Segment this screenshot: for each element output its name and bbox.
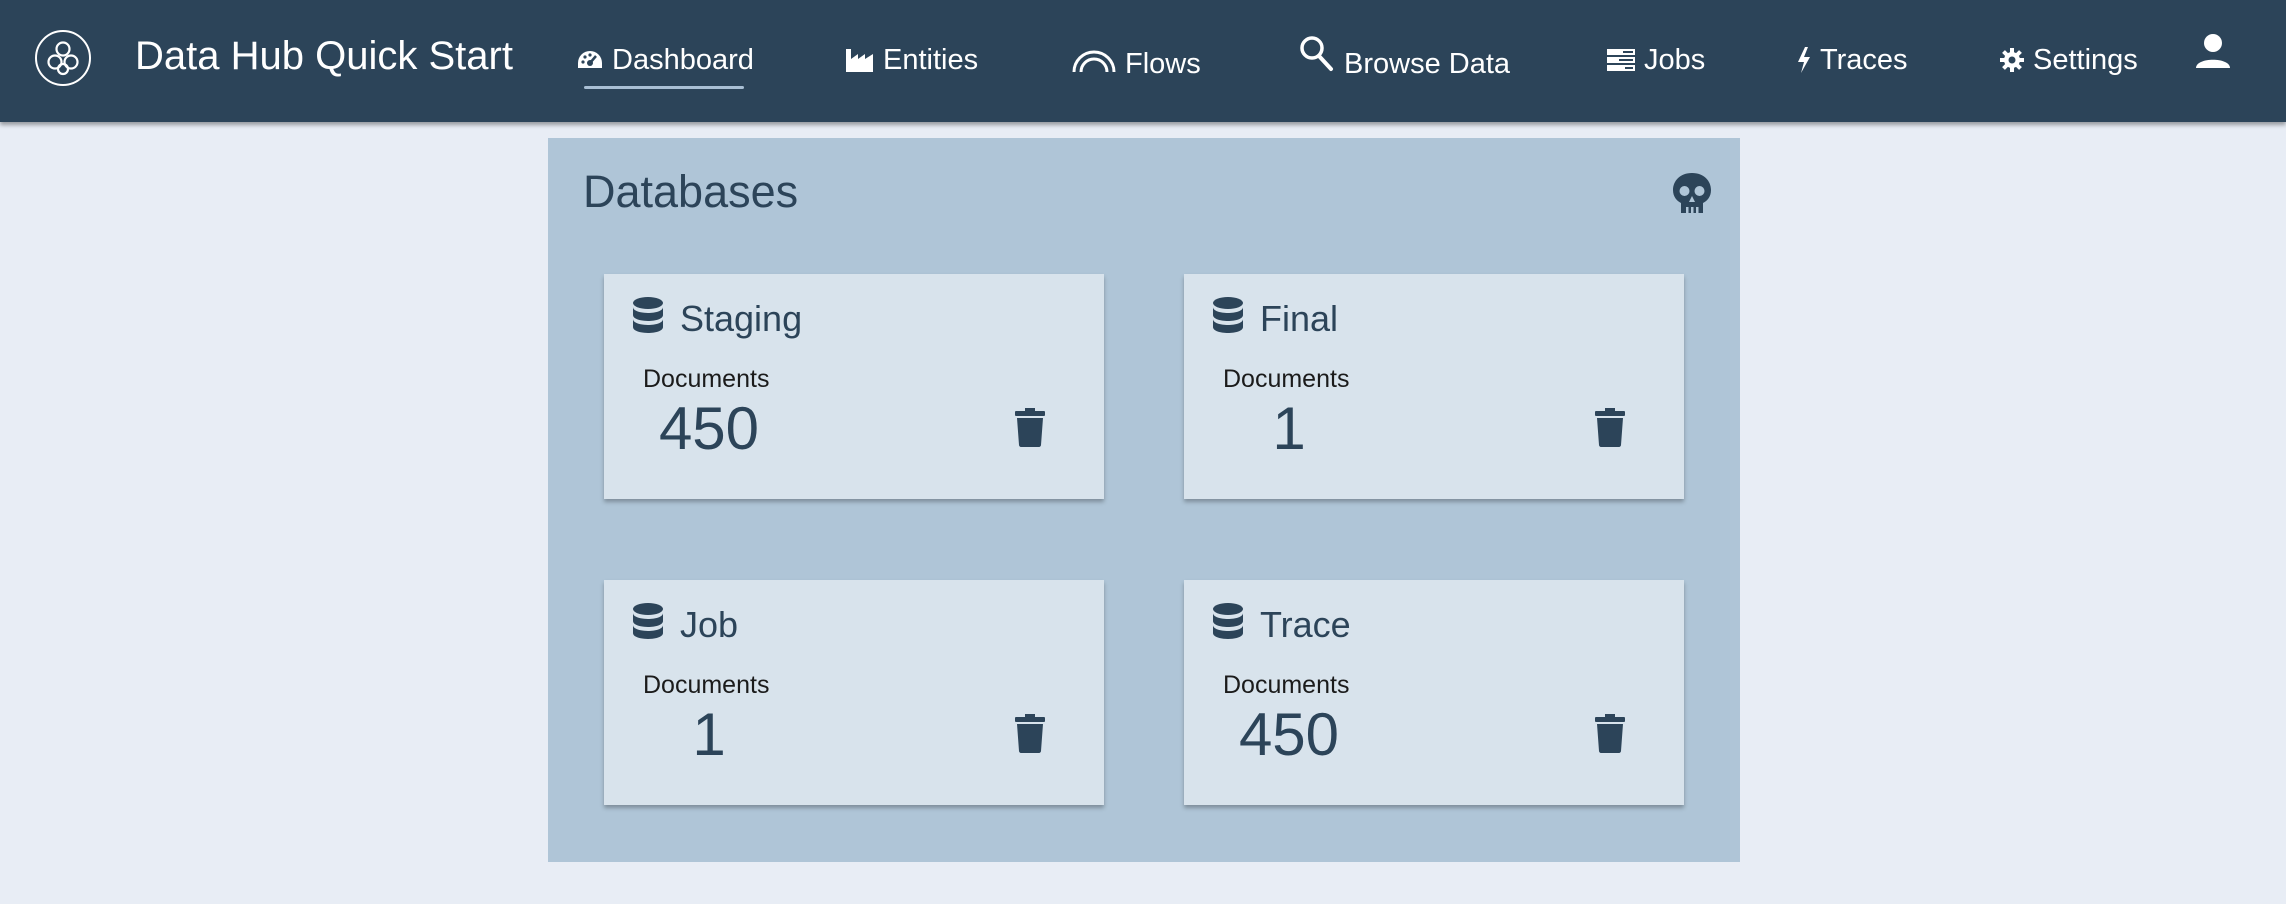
document-count: 450 [658, 395, 760, 462]
database-icon [633, 603, 663, 639]
tasks-icon [1607, 49, 1635, 71]
nav-jobs[interactable]: Jobs [1606, 38, 1705, 82]
nav-dashboard[interactable]: Dashboard [576, 38, 754, 82]
documents-label: Documents [1223, 365, 1350, 393]
nav-traces-label: Traces [1820, 43, 1908, 76]
nav-browse-data[interactable]: Browse Data [1298, 36, 1511, 82]
database-name: Job [680, 604, 739, 645]
nav-traces[interactable]: Traces [1796, 38, 1908, 82]
nav-flows[interactable]: Flows [1071, 38, 1201, 82]
database-card-job: Job Documents 1 [604, 580, 1104, 805]
nav-entities[interactable]: Entities [845, 38, 978, 82]
database-icon [1213, 297, 1243, 333]
panel-title: Databases [583, 166, 799, 217]
nav-settings[interactable]: Settings [1999, 38, 2138, 82]
document-count: 450 [1238, 701, 1340, 768]
active-tab-indicator [584, 86, 744, 89]
database-name: Staging [680, 298, 803, 339]
nav-dashboard-label: Dashboard [612, 43, 754, 76]
database-name: Trace [1260, 604, 1351, 645]
nav-entities-label: Entities [883, 43, 979, 76]
documents-label: Documents [1223, 671, 1350, 699]
nav-browse-data-label: Browse Data [1344, 47, 1511, 80]
dashboard-icon [578, 51, 602, 68]
document-count: 1 [1272, 395, 1306, 462]
nav-settings-label: Settings [2033, 43, 2138, 76]
rainbow-icon [1072, 50, 1116, 73]
trash-icon[interactable] [1594, 407, 1626, 447]
gear-icon [2000, 48, 2024, 72]
database-icon [1213, 603, 1243, 639]
documents-label: Documents [643, 365, 770, 393]
factory-icon [846, 49, 873, 72]
nav-flows-label: Flows [1125, 47, 1201, 80]
databases-panel: Databases Staging Documents 450 Final Do… [548, 138, 1740, 862]
trash-icon[interactable] [1014, 713, 1046, 753]
data-hub-logo-icon[interactable] [35, 30, 91, 86]
documents-label: Documents [643, 671, 770, 699]
database-icon [633, 297, 663, 333]
search-icon [1300, 36, 1333, 71]
skull-icon[interactable] [1671, 171, 1713, 217]
database-card-final: Final Documents 1 [1184, 274, 1684, 499]
trash-icon[interactable] [1014, 407, 1046, 447]
bolt-icon [1798, 47, 1810, 73]
database-card-trace: Trace Documents 450 [1184, 580, 1684, 805]
app-title: Data Hub Quick Start [135, 34, 513, 78]
database-name: Final [1260, 298, 1339, 339]
top-navbar: Data Hub Quick Start Dashboard Entities … [0, 0, 2286, 122]
database-card-staging: Staging Documents 450 [604, 274, 1104, 499]
document-count: 1 [692, 701, 726, 768]
user-icon[interactable] [2193, 32, 2233, 72]
nav-jobs-label: Jobs [1644, 43, 1706, 76]
trash-icon[interactable] [1594, 713, 1626, 753]
